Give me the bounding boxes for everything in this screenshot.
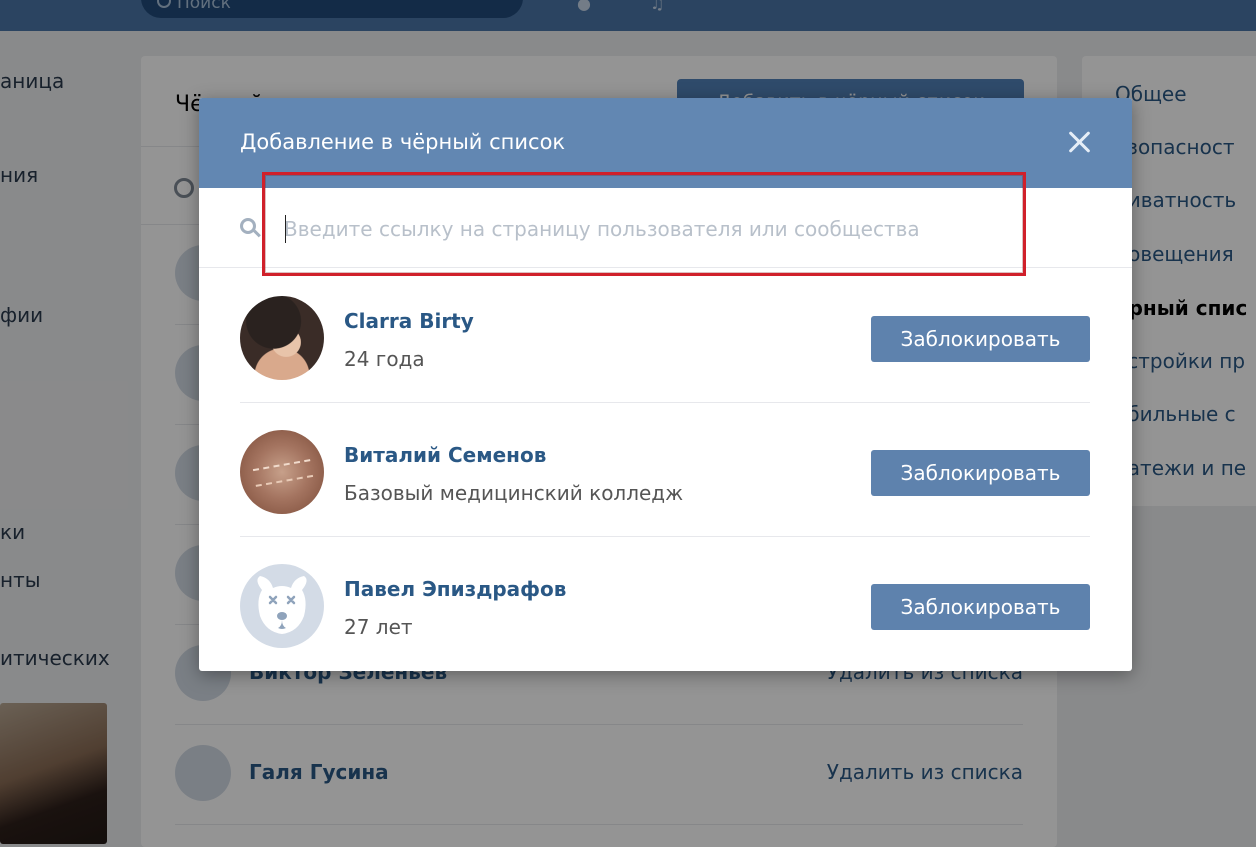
modal-header: Добавление в чёрный список — [199, 98, 1132, 188]
close-icon[interactable] — [1066, 128, 1094, 156]
result-name[interactable]: Павел Эпиздрафов — [344, 577, 566, 601]
avatar[interactable] — [240, 430, 324, 514]
search-result-item: Виталий Семенов Базовый медицинский колл… — [240, 403, 1090, 537]
default-dog-avatar-icon — [257, 576, 307, 634]
text-caret — [285, 215, 286, 243]
search-result-item: Павел Эпиздрафов 27 лет Заблокировать — [240, 537, 1090, 671]
result-subtitle: Базовый медицинский колледж — [344, 481, 684, 505]
modal-title: Добавление в чёрный список — [240, 130, 566, 154]
result-subtitle: 24 года — [344, 347, 425, 371]
block-button[interactable]: Заблокировать — [871, 584, 1090, 630]
block-button[interactable]: Заблокировать — [871, 316, 1090, 362]
result-name[interactable]: Clarra Birty — [344, 309, 474, 333]
modal-search-row — [199, 188, 1132, 268]
avatar[interactable] — [240, 296, 324, 380]
avatar[interactable] — [240, 564, 324, 648]
block-button[interactable]: Заблокировать — [871, 450, 1090, 496]
sand-writing-image — [252, 459, 314, 487]
search-icon — [240, 218, 261, 238]
link-search-input[interactable] — [284, 206, 1084, 252]
result-name[interactable]: Виталий Семенов — [344, 443, 546, 467]
add-to-blacklist-modal: Добавление в чёрный список Clarra Birty … — [199, 98, 1132, 671]
search-result-item: Clarra Birty 24 года Заблокировать — [240, 269, 1090, 403]
result-subtitle: 27 лет — [344, 615, 413, 639]
